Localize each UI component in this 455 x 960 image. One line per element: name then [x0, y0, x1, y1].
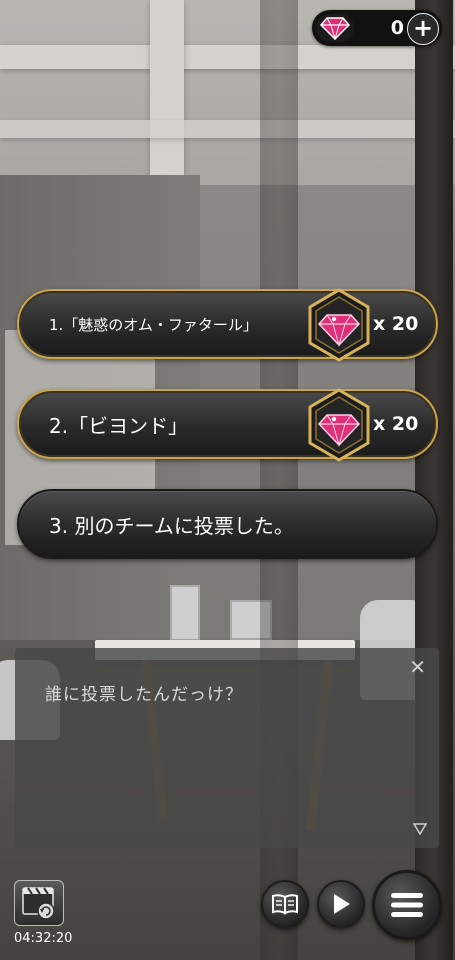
play-time: 04:32:20 — [14, 931, 73, 946]
film-replay-icon — [22, 887, 55, 920]
play-icon — [334, 894, 350, 914]
gem-icon — [316, 14, 354, 42]
choice-option-2[interactable]: 2.「ビヨンド」 x 20 — [17, 388, 438, 462]
dialog-text: 誰に投票したんだっけ？ — [45, 685, 243, 705]
choice-option-3[interactable]: 3. 別のチームに投票した。 — [17, 489, 438, 559]
gem-count: 0 — [390, 17, 404, 39]
choice-option-1[interactable]: 1.「魅惑のオム・ファタール」 x 20 — [17, 288, 438, 362]
desk-monitor — [170, 585, 200, 641]
continue-arrow-icon — [412, 820, 428, 839]
auto-play-button[interactable] — [317, 880, 365, 928]
close-icon[interactable]: ✕ — [409, 655, 426, 679]
menu-button[interactable] — [372, 870, 442, 940]
hamburger-menu-icon — [391, 893, 423, 917]
ceiling-beam — [150, 0, 184, 185]
add-gems-button[interactable]: + — [407, 13, 439, 45]
premium-gem-icon — [304, 288, 374, 362]
ceiling-beam — [0, 45, 455, 69]
replay-history-button[interactable] — [14, 880, 64, 926]
log-book-button[interactable] — [261, 880, 309, 928]
choice-cost: x 20 — [373, 413, 419, 435]
premium-gem-icon — [304, 388, 374, 462]
book-icon — [272, 894, 298, 915]
choice-label: 3. 別のチームに投票した。 — [49, 513, 294, 538]
gem-currency-counter: 0 + — [312, 10, 442, 46]
choice-cost: x 20 — [373, 313, 419, 335]
dialog-box[interactable]: 誰に投票したんだっけ？ ✕ — [15, 648, 439, 848]
ceiling-beam — [0, 120, 455, 138]
